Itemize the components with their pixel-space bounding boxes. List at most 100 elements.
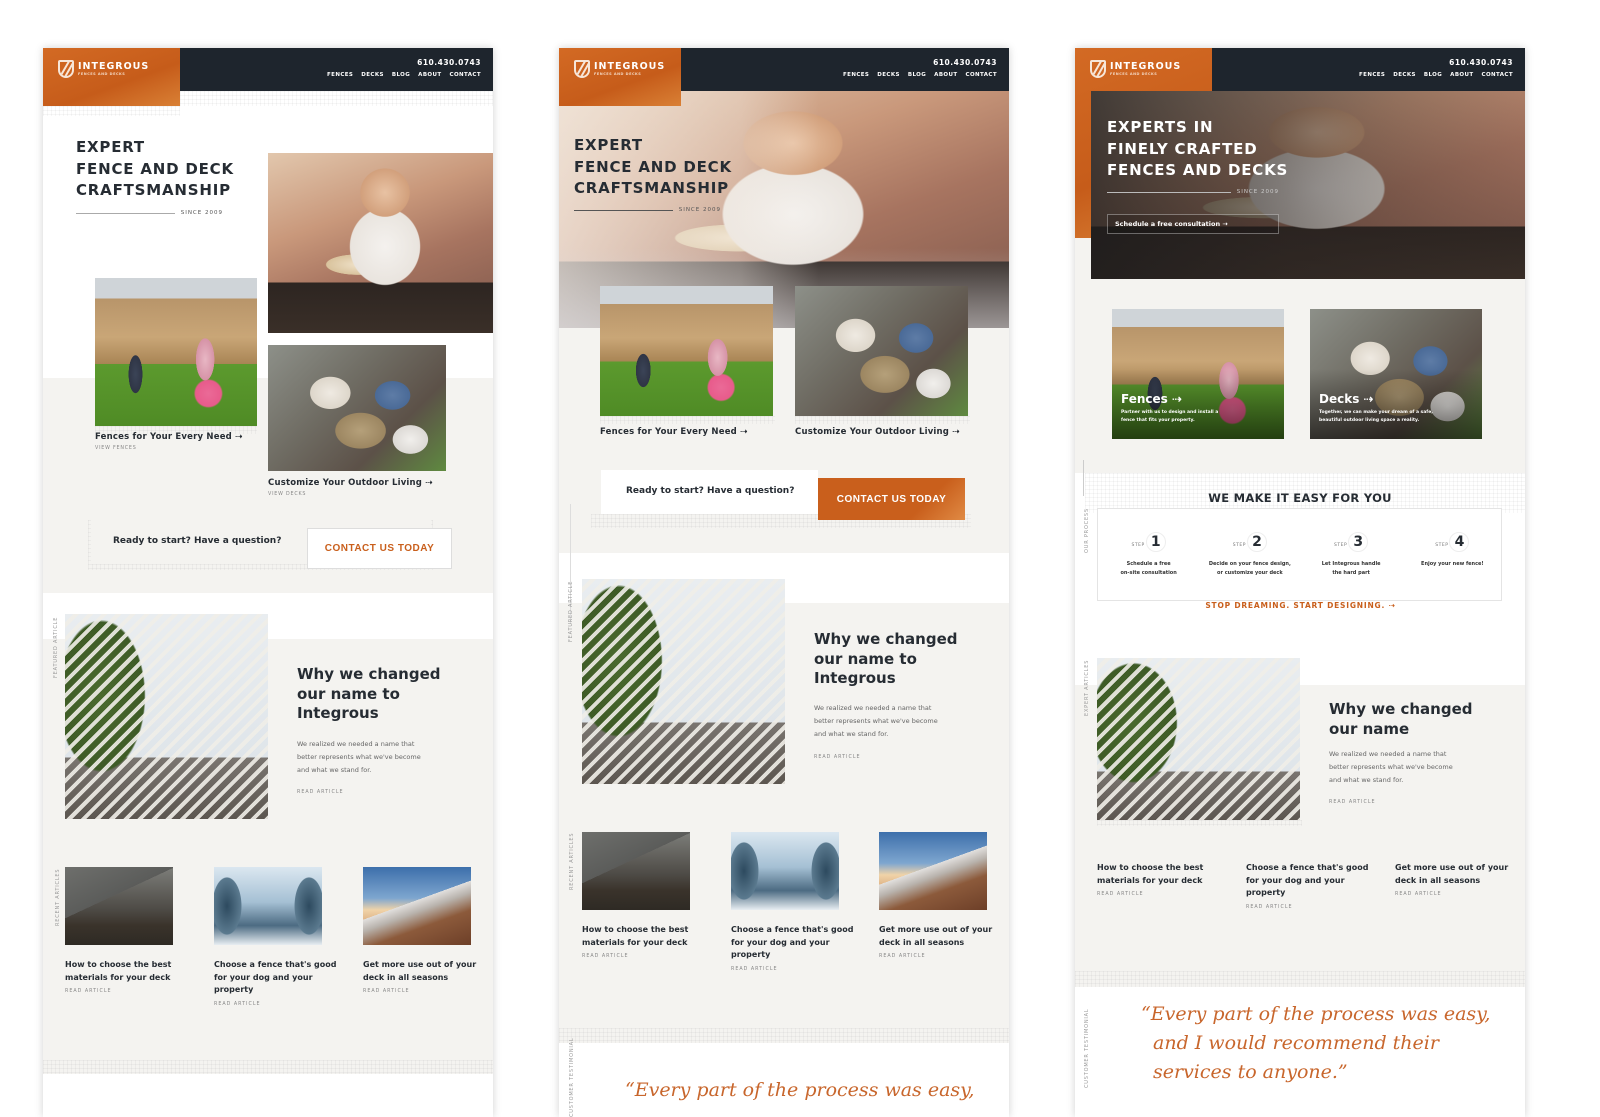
step-3: STEP 3 Let Integrous handle the hard part — [1301, 531, 1402, 577]
decks-photo[interactable] — [268, 345, 446, 471]
recent-article-title: Get more use out of your deck in all sea… — [879, 924, 992, 949]
phone-number[interactable]: 610.430.0743 — [1449, 58, 1513, 67]
decks-card-title[interactable]: Customize Your Outdoor Living ⇢ — [268, 478, 433, 488]
hero-title-line: CRAFTSMANSHIP — [574, 179, 729, 197]
nav-contact[interactable]: CONTACT — [450, 72, 481, 78]
title-line: our name — [1329, 719, 1410, 738]
view-decks-link[interactable]: VIEW DECKS — [268, 492, 433, 497]
decks-card-desc: Together, we can make your dream of a sa… — [1319, 409, 1433, 424]
recent-article-1[interactable]: How to choose the best materials for you… — [582, 924, 688, 959]
nav-fences[interactable]: FENCES — [843, 72, 869, 78]
fences-card-title[interactable]: Fences ⇢ — [1121, 392, 1218, 406]
nav-blog[interactable]: BLOG — [1424, 72, 1442, 78]
read-article-link[interactable]: READ ARTICLE — [731, 967, 853, 972]
recent-article-photo-2[interactable] — [214, 867, 322, 945]
nav-decks[interactable]: DECKS — [1393, 72, 1416, 78]
desc-line: Let Integrous handle — [1321, 561, 1381, 567]
title-line: for your dog and your — [214, 972, 313, 982]
featured-article-title[interactable]: Why we changed our name — [1329, 700, 1473, 739]
read-article-link[interactable]: READ ARTICLE — [1395, 892, 1508, 897]
divider — [574, 209, 673, 211]
view-fences-link[interactable]: VIEW FENCES — [95, 446, 242, 451]
recent-article-3[interactable]: Get more use out of your deck in all sea… — [1395, 862, 1508, 897]
logo-name: INTEGROUS — [594, 60, 666, 72]
title-line: deck in all seasons — [1395, 875, 1481, 885]
decks-card-title[interactable]: Customize Your Outdoor Living ⇢ — [795, 427, 960, 437]
title-line: our name to — [814, 649, 917, 668]
hero-title-line: CRAFTSMANSHIP — [76, 181, 231, 199]
recent-article-3[interactable]: Get more use out of your deck in all sea… — [879, 924, 992, 959]
nav-about[interactable]: ABOUT — [934, 72, 957, 78]
decks-photo[interactable] — [795, 286, 968, 416]
excerpt-line: and what we stand for. — [814, 730, 889, 738]
logo-tagline: FENCES AND DECKS — [1110, 72, 1158, 77]
excerpt-line: We realized we needed a name that — [297, 740, 415, 748]
logo-block: INTEGROUS FENCES AND DECKS — [43, 48, 180, 106]
step-label: STEP — [1435, 543, 1449, 548]
nav-about[interactable]: ABOUT — [418, 72, 441, 78]
hero-photo-girl-frisbee — [268, 153, 493, 333]
nav-about[interactable]: ABOUT — [1450, 72, 1473, 78]
logo[interactable]: INTEGROUS FENCES AND DECKS — [58, 60, 149, 78]
stop-dreaming-link[interactable]: STOP DREAMING. START DESIGNING. ⇢ — [1199, 601, 1402, 610]
recent-article-3[interactable]: Get more use out of your deck in all sea… — [363, 959, 476, 994]
nav-contact[interactable]: CONTACT — [1482, 72, 1513, 78]
nav-fences[interactable]: FENCES — [327, 72, 353, 78]
recent-article-photo-1[interactable] — [65, 867, 173, 945]
recent-article-2[interactable]: Choose a fence that's good for your dog … — [731, 924, 853, 972]
hero-title-line: EXPERT — [76, 138, 145, 156]
decks-card-title[interactable]: Decks ⇢ — [1319, 392, 1433, 406]
read-article-link[interactable]: READ ARTICLE — [65, 989, 171, 994]
title-line: property — [1246, 888, 1286, 897]
read-article-link[interactable]: READ ARTICLE — [214, 1002, 336, 1007]
read-article-link[interactable]: READ ARTICLE — [814, 755, 861, 760]
fences-card[interactable]: Fences ⇢ Partner with us to design and i… — [1121, 392, 1218, 424]
nav-contact[interactable]: CONTACT — [966, 72, 997, 78]
recent-article-photo-2[interactable] — [731, 832, 839, 910]
read-article-link[interactable]: READ ARTICLE — [582, 954, 688, 959]
decks-card[interactable]: Decks ⇢ Together, we can make your dream… — [1319, 392, 1433, 424]
logo[interactable]: INTEGROUS FENCES AND DECKS — [1090, 60, 1181, 78]
phone-number[interactable]: 610.430.0743 — [417, 58, 481, 67]
title-line: Choose a fence that's good — [1246, 863, 1369, 872]
read-article-link[interactable]: READ ARTICLE — [1246, 905, 1368, 910]
nav-blog[interactable]: BLOG — [392, 72, 410, 78]
recent-article-photo-3[interactable] — [879, 832, 987, 910]
nav-blog[interactable]: BLOG — [908, 72, 926, 78]
read-article-link[interactable]: READ ARTICLE — [1329, 800, 1376, 805]
recent-article-1[interactable]: How to choose the best materials for you… — [1097, 862, 1203, 897]
nav-decks[interactable]: DECKS — [877, 72, 900, 78]
fences-card-title[interactable]: Fences for Your Every Need ⇢ — [95, 432, 242, 442]
recent-article-1[interactable]: How to choose the best materials for you… — [65, 959, 171, 994]
fences-card-desc: Partner with us to design and install a … — [1121, 409, 1218, 424]
step-number: 2 — [1246, 532, 1267, 552]
hero-title-line: EXPERTS IN — [1107, 118, 1214, 136]
nav-decks[interactable]: DECKS — [361, 72, 384, 78]
read-article-link[interactable]: READ ARTICLE — [879, 954, 992, 959]
read-article-link[interactable]: READ ARTICLE — [1097, 892, 1203, 897]
featured-article-photo[interactable] — [1097, 658, 1300, 820]
contact-us-button[interactable]: CONTACT US TODAY — [818, 478, 965, 520]
read-article-link[interactable]: READ ARTICLE — [297, 790, 344, 795]
decks-card[interactable]: Customize Your Outdoor Living ⇢ VIEW DEC… — [268, 478, 433, 497]
featured-article-title[interactable]: Why we changed our name to Integrous — [814, 630, 958, 689]
featured-article-photo[interactable] — [65, 614, 268, 819]
recent-article-2[interactable]: Choose a fence that's good for your dog … — [214, 959, 336, 1007]
schedule-consultation-button[interactable]: Schedule a free consultation ⇢ — [1107, 214, 1279, 234]
read-article-link[interactable]: READ ARTICLE — [363, 989, 476, 994]
divider — [76, 212, 175, 214]
phone-number[interactable]: 610.430.0743 — [933, 58, 997, 67]
recent-article-photo-3[interactable] — [363, 867, 471, 945]
fences-card-title[interactable]: Fences for Your Every Need ⇢ — [600, 427, 747, 437]
nav-fences[interactable]: FENCES — [1359, 72, 1385, 78]
featured-article-title[interactable]: Why we changed our name to Integrous — [297, 665, 441, 724]
recent-article-2[interactable]: Choose a fence that's good for your dog … — [1246, 862, 1368, 910]
recent-article-photo-1[interactable] — [582, 832, 690, 910]
logo[interactable]: INTEGROUS FENCES AND DECKS — [574, 60, 665, 78]
fences-card[interactable]: Fences for Your Every Need ⇢ VIEW FENCES — [95, 432, 242, 451]
featured-article-photo[interactable] — [582, 579, 785, 784]
step-1: STEP 1 Schedule a free on-site consultati… — [1098, 531, 1199, 577]
fences-photo[interactable] — [95, 278, 257, 426]
fences-photo[interactable] — [600, 286, 773, 416]
contact-us-button[interactable]: CONTACT US TODAY — [307, 528, 452, 569]
